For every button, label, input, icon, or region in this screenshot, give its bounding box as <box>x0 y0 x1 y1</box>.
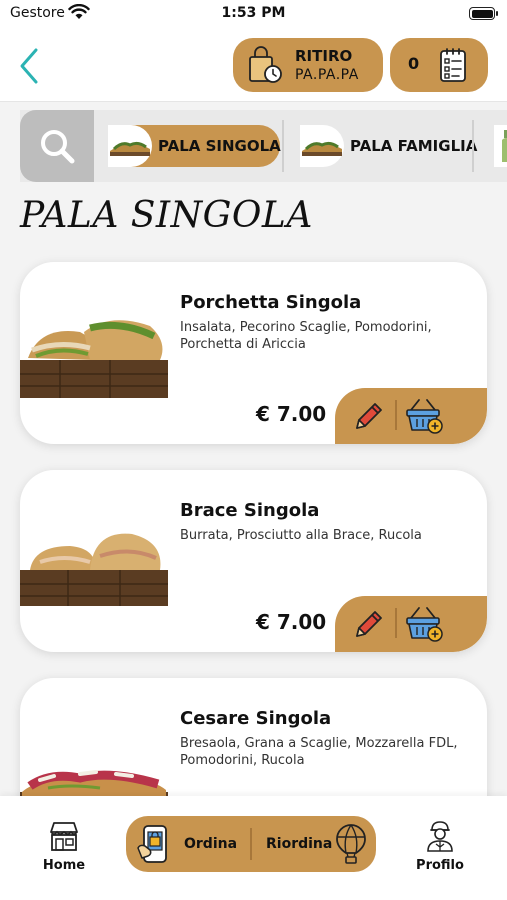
status-bar: Gestore 1:53 PM <box>0 0 507 30</box>
nav-reorder-button[interactable]: Riordina <box>252 816 376 872</box>
product-card[interactable]: Porchetta Singola Insalata, Pecorino Sca… <box>20 262 487 444</box>
user-profile-icon <box>427 821 453 852</box>
category-label: PALA SINGOLA <box>158 137 281 155</box>
action-divider <box>395 608 397 638</box>
category-tab-next[interactable] <box>494 125 507 167</box>
category-thumbnail <box>494 125 507 167</box>
add-to-basket-icon[interactable] <box>405 398 443 434</box>
category-separator <box>282 120 284 172</box>
store-name: PA.PA.PA <box>295 67 359 83</box>
clock: 1:53 PM <box>221 5 286 21</box>
product-image <box>20 533 168 606</box>
product-description: Bresaola, Grana a Scaglie, Mozzarella FD… <box>180 736 458 768</box>
product-description: Insalata, Pecorino Scaglie, Pomodorini, … <box>180 320 432 352</box>
nav-home-label: Home <box>42 858 86 873</box>
action-divider <box>395 400 397 430</box>
pizza-icon <box>302 141 342 156</box>
nav-order-button[interactable]: Ordina <box>126 816 250 872</box>
product-name: Brace Singola <box>180 500 320 521</box>
battery-icon <box>469 7 498 20</box>
search-button[interactable] <box>20 110 94 182</box>
product-price: € 7.00 <box>256 610 327 634</box>
product-name: Cesare Singola <box>180 708 332 729</box>
category-tab-pala-famiglia[interactable]: PALA FAMIGLIA <box>300 125 477 167</box>
nav-profile-label: Profilo <box>416 858 464 873</box>
nav-profile[interactable]: Profilo <box>413 820 467 873</box>
bottom-navigation: Home Ordina Riordina Profilo <box>0 796 507 900</box>
pickup-label: RITIRO <box>295 47 353 65</box>
category-label: PALA FAMIGLIA <box>350 137 478 155</box>
product-actions <box>335 388 487 444</box>
pencil-icon[interactable] <box>351 608 385 642</box>
product-actions <box>335 596 487 652</box>
bottle-icon <box>502 130 507 162</box>
notepad-icon <box>440 48 466 82</box>
category-bar: PALA SINGOLA PALA FAMIGLIA <box>20 110 507 182</box>
order-actions-pill: Ordina Riordina <box>126 816 376 872</box>
category-separator <box>472 120 474 172</box>
nav-home[interactable]: Home <box>40 820 88 873</box>
phone-order-icon <box>137 825 167 863</box>
top-header: RITIRO PA.PA.PA 0 <box>0 30 507 102</box>
product-price: € 7.00 <box>256 402 327 426</box>
add-to-basket-icon[interactable] <box>405 606 443 642</box>
pencil-icon[interactable] <box>351 400 385 434</box>
product-card[interactable]: Brace Singola Burrata, Prosciutto alla B… <box>20 470 487 652</box>
shopping-bag-clock-icon <box>249 46 282 83</box>
nav-order-label: Ordina <box>184 836 238 852</box>
category-thumbnail <box>300 125 344 167</box>
product-name: Porchetta Singola <box>180 292 362 313</box>
section-title: PALA SINGOLA <box>20 195 313 236</box>
cart-count: 0 <box>408 54 420 73</box>
category-thumbnail <box>108 125 152 167</box>
pizza-icon <box>110 141 150 156</box>
shop-icon <box>50 822 78 851</box>
nav-reorder-label: Riordina <box>266 836 333 852</box>
hot-air-balloon-icon <box>336 824 366 864</box>
product-description: Burrata, Prosciutto alla Brace, Rucola <box>180 528 422 543</box>
pickup-store-button[interactable]: RITIRO PA.PA.PA <box>233 38 383 92</box>
product-image <box>20 320 168 398</box>
search-icon <box>41 130 75 164</box>
back-arrow-icon[interactable] <box>16 46 44 86</box>
order-summary-button[interactable]: 0 <box>390 38 488 92</box>
category-tab-pala-singola[interactable]: PALA SINGOLA <box>108 125 281 167</box>
